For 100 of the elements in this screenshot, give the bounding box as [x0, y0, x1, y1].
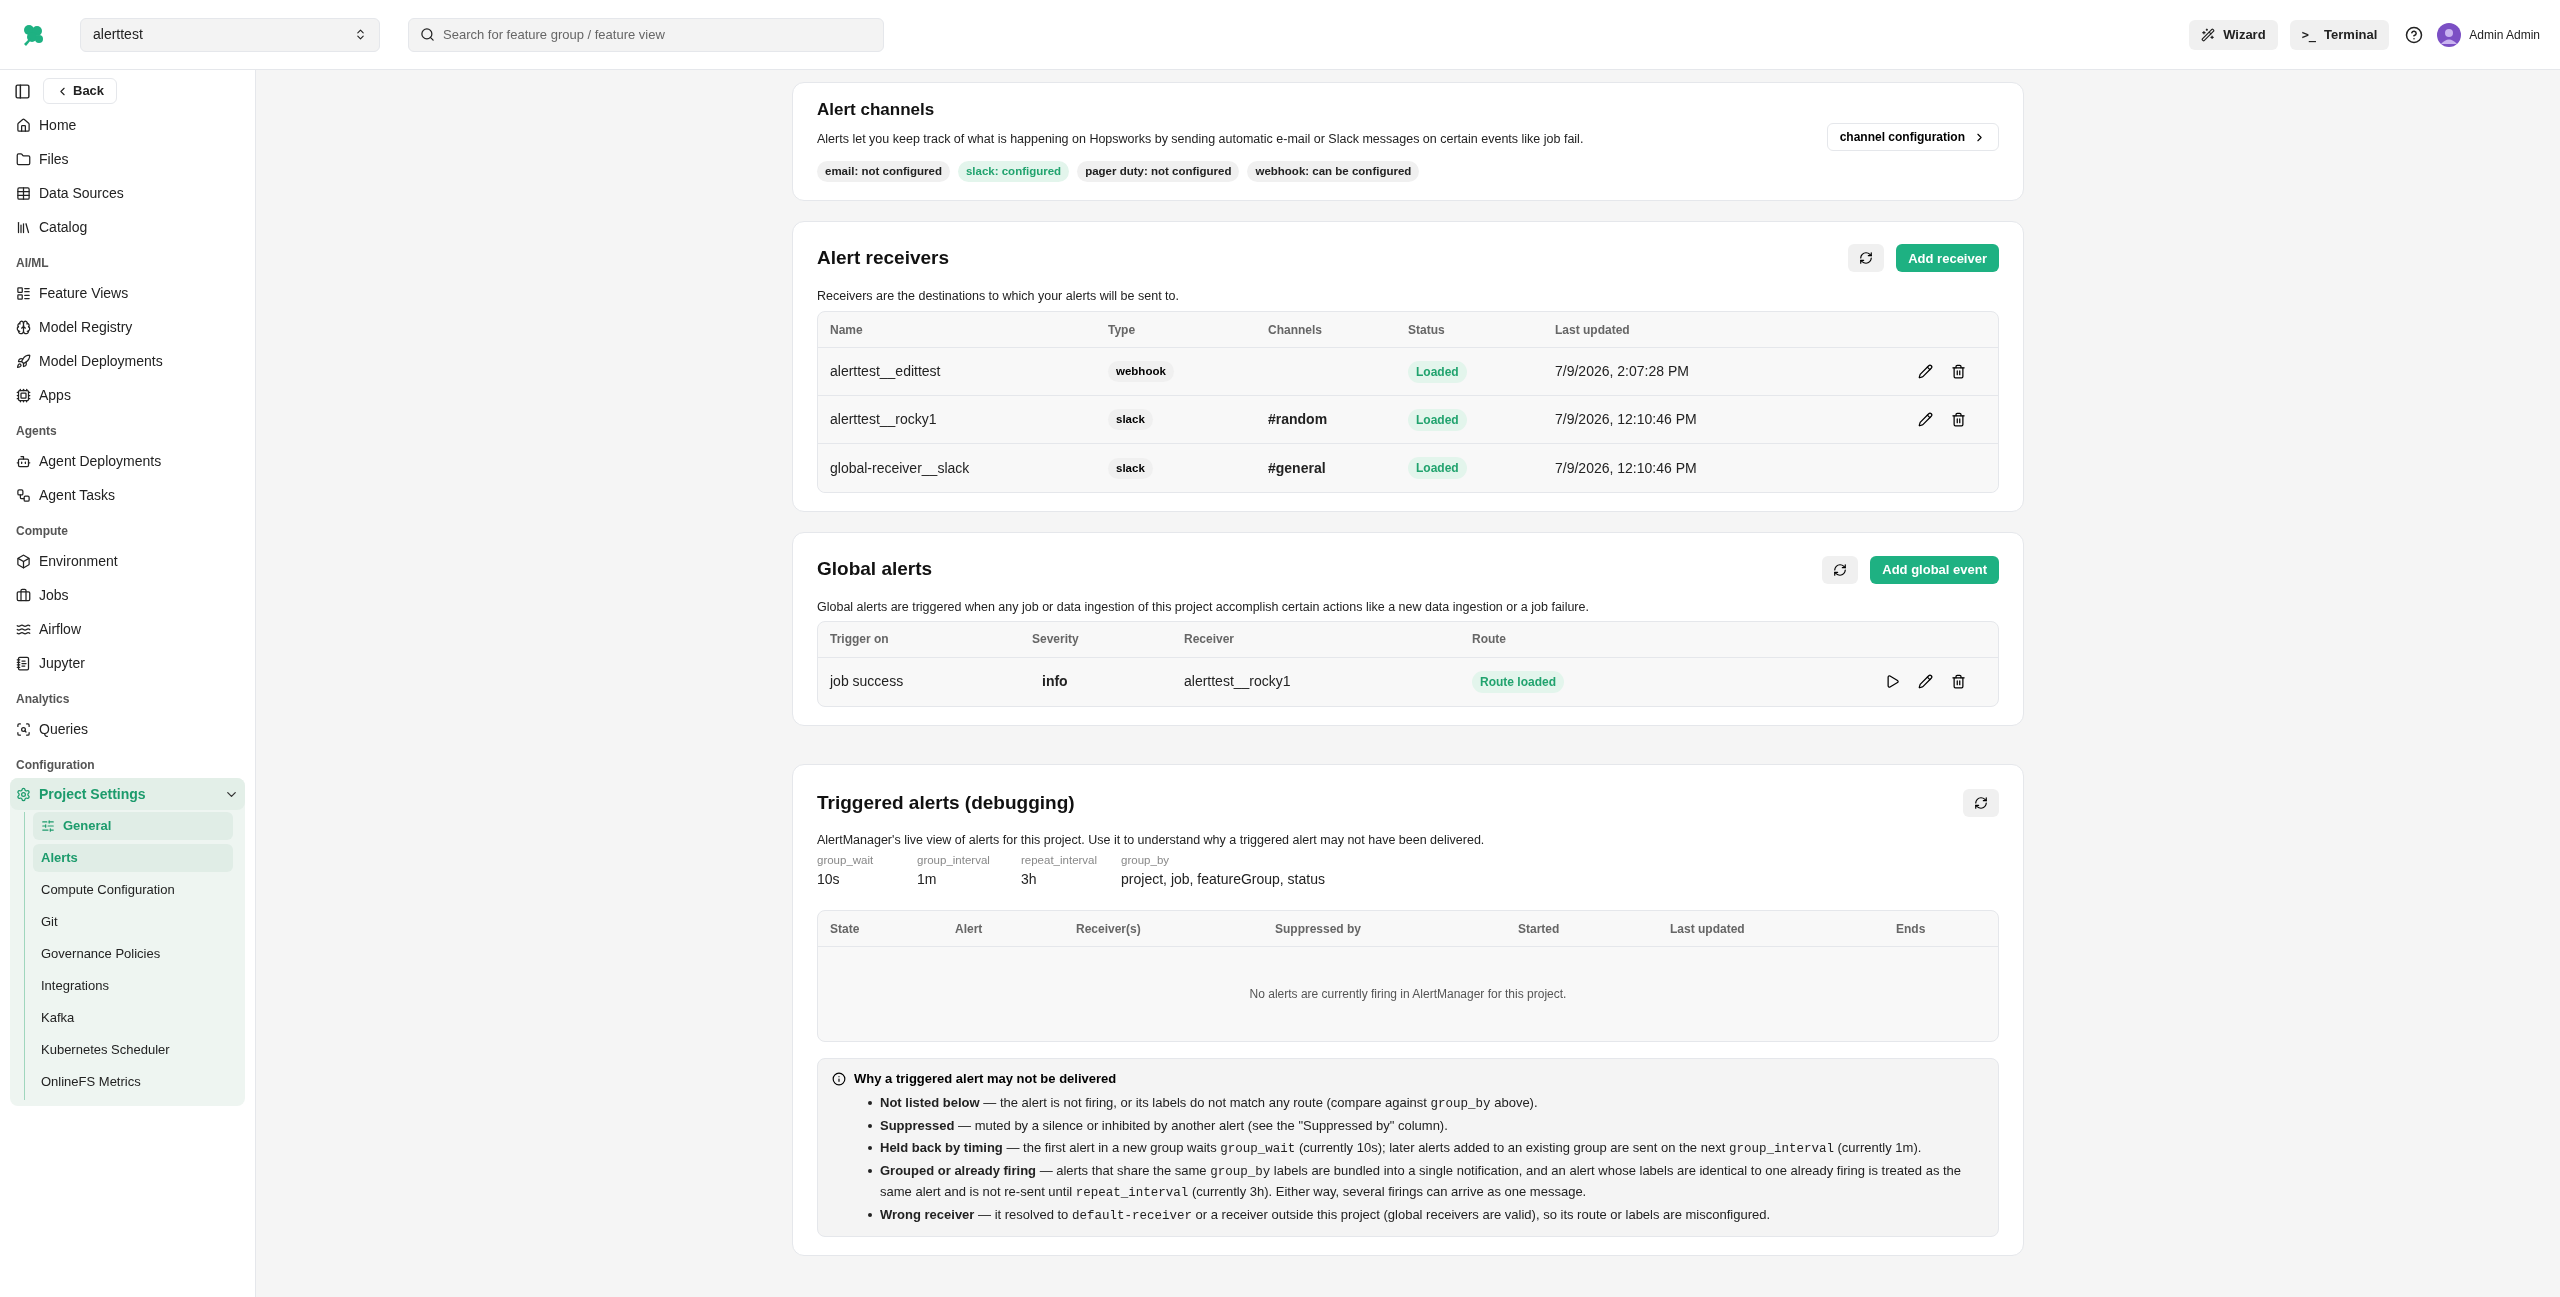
terminal-button[interactable]: >_ Terminal: [2289, 19, 2390, 50]
card-title: Alert receivers: [817, 246, 950, 270]
help-bullet: Grouped or already firing — alerts that share the same group_by labels are bundled into a single notification, and an alert whose labels are identical to one already firing is treated as the same alert and is not re-sent until repeat_interval (currently 3h). Either way, several firings can arrive as one message.: [880, 1161, 1963, 1202]
param-value: project, job, featureGroup, status: [1121, 870, 1325, 889]
help-bullet: Not listed below — the alert is not firing, or its labels do not match any route (compare against group_by above).: [880, 1093, 1538, 1113]
column-header: Last updated: [1555, 321, 1631, 339]
refresh-button[interactable]: [1963, 788, 1999, 817]
empty-message: No alerts are currently firing in AlertManager for this project.: [1249, 986, 1567, 1003]
card-description: Receivers are the destinations to which your alerts will be sent to.: [817, 287, 1180, 305]
chip-icon: [16, 387, 31, 403]
section-heading: Agents: [15, 423, 58, 440]
column-header: Receiver(s): [1076, 920, 1142, 938]
nodes-icon: [16, 487, 31, 503]
param-label: group_by: [1121, 852, 1171, 868]
channel-tag: slack: configured: [957, 160, 1070, 182]
table-cell-text: 7/9/2026, 12:10:46 PM: [1555, 458, 1698, 478]
home-icon: [16, 117, 31, 133]
column-header: Route: [1472, 631, 1507, 648]
list-icon: [16, 285, 31, 301]
sidebar-item[interactable]: Apps: [10, 378, 245, 412]
help-icon[interactable]: [2405, 25, 2424, 44]
sidebar-item[interactable]: Environment: [10, 544, 245, 578]
param-label: group_wait: [817, 852, 875, 868]
table-cell-text: #general: [1268, 458, 1327, 478]
user-name: Admin Admin: [2469, 26, 2540, 44]
bullet-icon: [868, 1145, 872, 1150]
delete-icon[interactable]: [1949, 672, 1968, 691]
refresh-icon: [1974, 795, 1988, 810]
sidebar-subitem[interactable]: Git: [33, 908, 233, 936]
table-icon: [16, 185, 31, 201]
sidebar-subitem[interactable]: Compute Configuration: [33, 876, 233, 904]
search-icon: [420, 26, 435, 42]
param-value: 10s: [817, 870, 841, 889]
sidebar-subitem[interactable]: Integrations: [33, 972, 233, 1000]
bullet-icon: [868, 1123, 872, 1128]
column-header: Ends: [1896, 920, 1927, 938]
folder-icon: [16, 151, 31, 167]
section-heading: AI/ML: [15, 255, 50, 272]
sidebar-item[interactable]: Agent Tasks: [10, 478, 245, 512]
back-button[interactable]: Back: [43, 78, 118, 104]
sidebar-item[interactable]: Queries: [10, 712, 245, 746]
card-description: AlertManager's live view of alerts for this project. Use it to understand why a triggered alert may not have been delivered.: [817, 832, 1486, 849]
status-tag: Loaded: [1408, 457, 1467, 480]
wizard-button[interactable]: Wizard: [2189, 19, 2278, 50]
notebook-icon: [16, 655, 31, 671]
column-header: Receiver: [1184, 631, 1236, 648]
help-bullet: Suppressed — muted by a silence or inhibited by another alert (see the "Suppressed by" column).: [880, 1116, 1448, 1135]
refresh-icon: [1833, 562, 1848, 577]
sidebar-item[interactable]: Files: [10, 142, 245, 176]
table-cell-text: info: [1041, 672, 1069, 691]
sidebar-subitem[interactable]: Kubernetes Scheduler: [33, 1036, 233, 1064]
search-field[interactable]: Search for feature group / feature view: [408, 17, 884, 52]
param-label: group_interval: [917, 852, 991, 868]
sidebar-item[interactable]: Model Deployments: [10, 344, 245, 378]
status-tag: Loaded: [1408, 408, 1467, 431]
sliders-icon: [41, 819, 55, 833]
project-select[interactable]: alerttest: [80, 17, 380, 52]
sidebar-item[interactable]: Airflow: [10, 612, 245, 646]
column-header: Started: [1518, 920, 1561, 938]
help-bullet: Held back by timing — the first alert in a new group waits group_wait (currently 10s); later alerts added to an existing group are sent on the next group_interval (currently 1m).: [880, 1138, 1922, 1158]
sidebar-item[interactable]: Agent Deployments: [10, 444, 245, 478]
sidebar-toggle-icon[interactable]: [14, 82, 31, 100]
sidebar-subitem[interactable]: Kafka: [33, 1004, 233, 1032]
sidebar-item[interactable]: Home: [10, 108, 245, 142]
section-heading: Configuration: [15, 757, 96, 774]
wand-icon: [2201, 27, 2216, 42]
sidebar-subitem[interactable]: Governance Policies: [33, 940, 233, 968]
card-description: Alerts let you keep track of what is happening on Hopsworks by sending automatic e-mail or Slack messages on certain events like job fail.: [817, 131, 1584, 148]
search-icon: [16, 721, 31, 737]
sidebar-item[interactable]: Feature Views: [10, 276, 245, 310]
type-tag: slack: [1108, 457, 1153, 479]
edit-icon[interactable]: [1916, 672, 1935, 691]
bullet-icon: [868, 1168, 872, 1173]
sidebar-item[interactable]: Jupyter: [10, 646, 245, 680]
param-label: repeat_interval: [1021, 852, 1098, 868]
avatar-icon[interactable]: [2437, 22, 2462, 47]
param-value: 3h: [1021, 870, 1038, 889]
brain-icon: [16, 319, 31, 335]
card-title: Alert channels: [817, 101, 936, 118]
sidebar-item[interactable]: Jobs: [10, 578, 245, 612]
channel-configuration-button[interactable]: channel configuration: [1826, 123, 1999, 151]
refresh-button[interactable]: [1848, 244, 1885, 273]
table-cell-text: alerttest__rocky1: [830, 410, 938, 430]
sidebar-item[interactable]: Data Sources: [10, 176, 245, 210]
card-title: Global alerts: [817, 557, 933, 582]
table-cell-text: global-receiver__slack: [830, 458, 971, 478]
help-title: Why a triggered alert may not be delivered: [854, 1070, 1117, 1088]
sidebar-item[interactable]: Catalog: [10, 210, 245, 244]
sidebar-item[interactable]: Model Registry: [10, 310, 245, 344]
sidebar-subitem[interactable]: OnlineFS Metrics: [33, 1068, 233, 1096]
cube-icon: [16, 553, 31, 569]
briefcase-icon: [16, 587, 31, 603]
refresh-button[interactable]: [1822, 555, 1859, 584]
table-cell-text: alerttest__edittest: [830, 362, 942, 382]
robot-icon: [16, 453, 31, 469]
column-header: Last updated: [1670, 920, 1746, 938]
table-cell-text: 7/9/2026, 12:10:46 PM: [1555, 410, 1698, 430]
status-tag: Route loaded: [1472, 670, 1564, 693]
status-tag: Loaded: [1408, 360, 1467, 383]
channel-tag: email: not configured: [817, 160, 950, 182]
